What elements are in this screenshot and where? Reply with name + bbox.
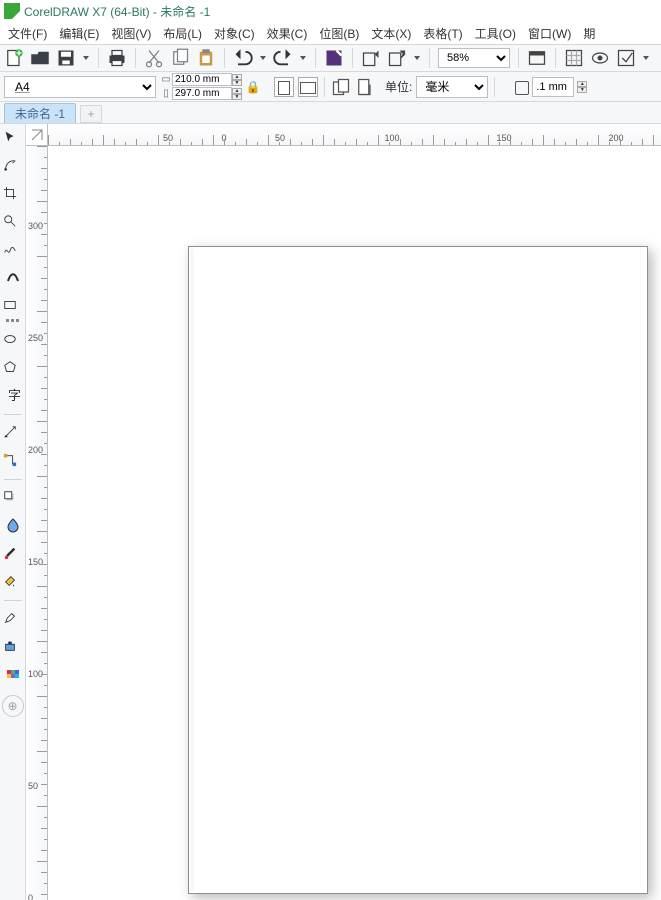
rectangle-tool[interactable] [2,294,24,316]
menu-file[interactable]: 文件(F) [2,23,53,44]
unit-select[interactable]: 毫米 [416,76,488,98]
apply-all-pages-button[interactable] [331,77,351,97]
page-width-input[interactable] [172,73,232,86]
artistic-media-tool[interactable] [2,266,24,288]
transparency-tool[interactable] [2,514,24,536]
fill-tool[interactable] [2,635,24,657]
document-tab-active[interactable]: 未命名 -1 [4,103,76,123]
undo-button[interactable] [233,48,253,68]
menu-table[interactable]: 表格(T) [417,23,468,44]
app-title: CorelDRAW X7 (64-Bit) - 未命名 -1 [24,3,210,20]
pick-tool[interactable] [2,126,24,148]
export-button[interactable] [387,48,407,68]
vruler-label: 300 [28,221,43,231]
fullscreen-button[interactable] [527,48,547,68]
menu-view[interactable]: 视图(V) [105,23,157,44]
add-document-tab-button[interactable]: + [80,105,102,123]
print-button[interactable] [107,48,127,68]
text-tool[interactable]: 字 [2,384,24,406]
apply-current-page-button[interactable] [355,77,375,97]
cut-button[interactable] [144,48,164,68]
redo-dropdown[interactable] [299,48,307,68]
color-eyedropper-tool[interactable] [2,542,24,564]
standard-toolbar: 58% [0,44,661,72]
page-height-spinner[interactable]: ▲▼ [232,88,242,100]
save-button[interactable] [56,48,76,68]
vruler-label: 0 [28,893,33,900]
lock-aspect-icon[interactable]: 🔒 [248,80,258,94]
vruler-label: 50 [28,781,38,791]
snap-button[interactable] [564,48,584,68]
document-page[interactable] [188,246,648,894]
zoom-select[interactable]: 58% [438,48,510,68]
horizontal-ruler[interactable]: 50050100150200 [48,124,661,146]
polygon-tool[interactable] [2,356,24,378]
page-height-icon: ▯ [160,88,172,99]
show-button[interactable] [590,48,610,68]
menu-layout[interactable]: 布局(L) [157,23,208,44]
menu-edit[interactable]: 编辑(E) [53,23,105,44]
menubar: 文件(F) 编辑(E) 视图(V) 布局(L) 对象(C) 效果(C) 位图(B… [0,22,661,44]
page-height-input[interactable] [172,87,232,100]
svg-text:字: 字 [8,388,21,403]
tool-expand-button[interactable]: ⊕ [2,695,24,717]
page-width-spinner[interactable]: ▲▼ [232,74,242,86]
toolbox: 字 ⊕ [0,124,26,900]
drop-shadow-tool[interactable] [2,486,24,508]
menu-extra[interactable]: 期 [577,23,601,44]
rectangle-flyout-indicator [1,318,25,322]
interactive-fill-tool[interactable] [2,570,24,592]
app-icon [4,3,20,19]
crop-tool[interactable] [2,182,24,204]
paper-size-select[interactable]: A4 [4,76,156,98]
search-button[interactable] [324,48,344,68]
vruler-label: 250 [28,333,43,343]
launch-dropdown[interactable] [642,48,650,68]
menu-object[interactable]: 对象(C) [208,23,261,44]
document-tabstrip: 未命名 -1 + [0,102,661,124]
canvas-area[interactable] [48,146,661,900]
hruler-label: 100 [384,133,399,143]
menu-tools[interactable]: 工具(O) [469,23,522,44]
menu-effect[interactable]: 效果(C) [261,23,314,44]
page-width-icon: ▭ [160,74,172,85]
dimension-tool[interactable] [2,421,24,443]
outline-pen-tool[interactable] [2,607,24,629]
hruler-label: 200 [608,133,623,143]
vertical-ruler[interactable]: 300250200150100500 [26,146,48,900]
ruler-origin[interactable] [26,124,48,146]
paste-button[interactable] [196,48,216,68]
menu-window[interactable]: 窗口(W) [522,23,577,44]
menu-text[interactable]: 文本(X) [365,23,417,44]
import-button[interactable] [361,48,381,68]
orientation-landscape-button[interactable] [298,77,318,97]
export-dropdown[interactable] [413,48,421,68]
zoom-tool[interactable] [2,210,24,232]
ellipse-tool[interactable] [2,328,24,350]
copy-button[interactable] [170,48,190,68]
unit-label: 单位: [385,78,412,95]
smart-fill-tool[interactable] [2,663,24,685]
nudge-spinner[interactable]: ▲▼ [577,81,587,93]
undo-dropdown[interactable] [259,48,267,68]
freehand-tool[interactable] [2,238,24,260]
menu-bitmap[interactable]: 位图(B) [313,23,365,44]
shape-tool[interactable] [2,154,24,176]
property-bar: A4 ▭ ▲▼ ▯ ▲▼ 🔒 单位: 毫米 ▲▼ [0,72,661,102]
nudge-icon [513,79,529,95]
nudge-input[interactable] [532,77,574,97]
save-dropdown[interactable] [82,48,90,68]
new-button[interactable] [4,48,24,68]
open-button[interactable] [30,48,50,68]
redo-button[interactable] [273,48,293,68]
launch-button[interactable] [616,48,636,68]
connector-tool[interactable] [2,449,24,471]
vruler-label: 150 [28,557,43,567]
hruler-label: 50 [163,133,173,143]
orientation-portrait-button[interactable] [274,77,294,97]
hruler-label: 50 [275,133,285,143]
